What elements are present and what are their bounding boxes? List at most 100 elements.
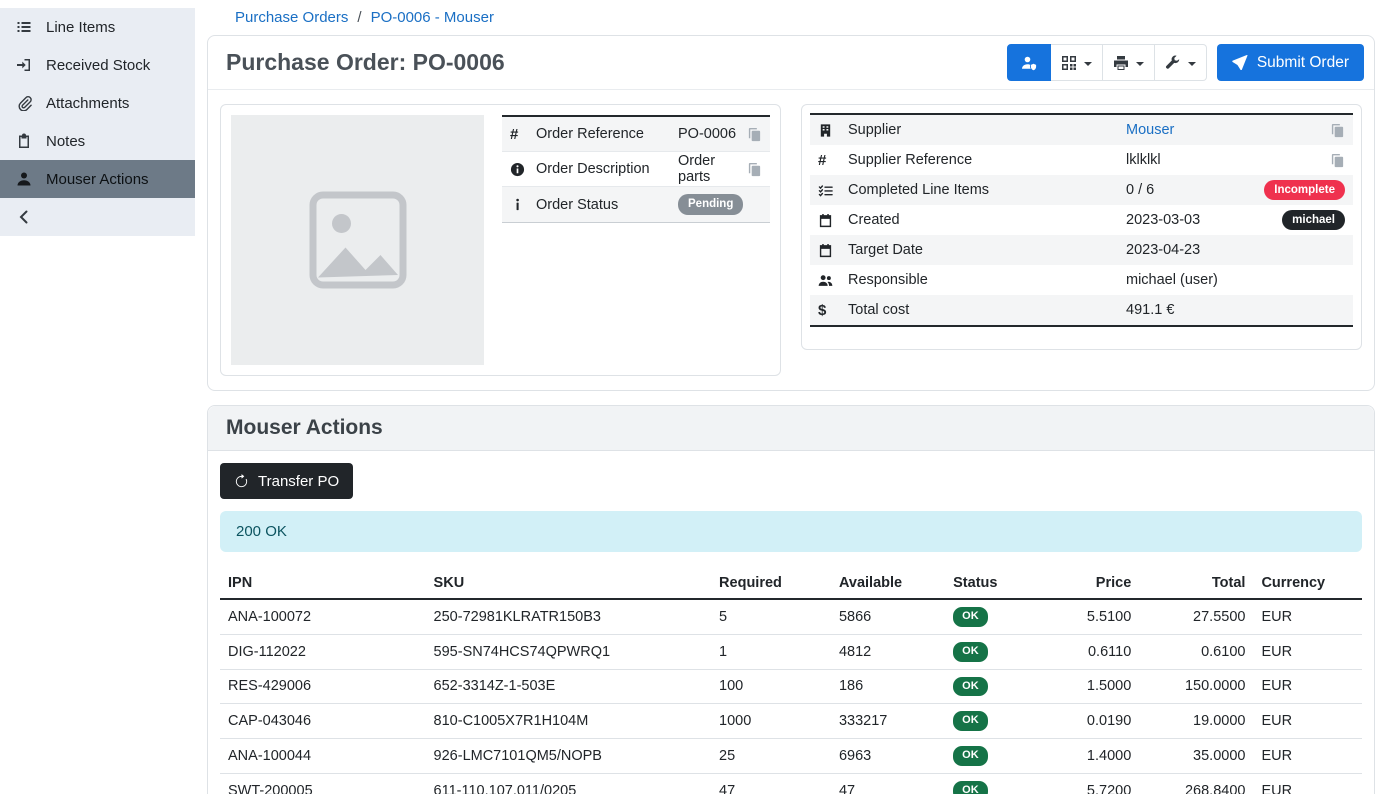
printer-button[interactable] (1103, 44, 1155, 81)
supplier-detail-row-total-cost: $Total cost491.1 € (810, 295, 1353, 325)
transfer-po-button[interactable]: Transfer PO (220, 463, 353, 499)
column-header-status: Status (945, 568, 1048, 599)
sidebar-item-mouser-actions[interactable]: Mouser Actions (0, 160, 195, 198)
ok-status-badge: OK (953, 607, 988, 627)
column-header-currency: Currency (1253, 568, 1362, 599)
cell-ipn: SWT-200005 (220, 773, 426, 794)
detail-value: Pending (678, 194, 762, 214)
detail-value: Mouser (1126, 122, 1330, 138)
column-header-required: Required (711, 568, 831, 599)
copy-icon[interactable] (747, 127, 762, 142)
caret-down-icon (1188, 62, 1196, 66)
cell-total: 35.0000 (1139, 739, 1253, 774)
info-circle-icon (510, 162, 536, 177)
cell-status: OK (945, 599, 1048, 634)
supplier-link[interactable]: Mouser (1126, 122, 1174, 138)
order-details-table: #Order ReferencePO-0006Order Description… (502, 115, 770, 223)
cell-currency: EUR (1253, 739, 1362, 774)
detail-row-actions: Incomplete (1264, 180, 1345, 200)
supplier-details-card: SupplierMouser#Supplier Referencelklklkl… (801, 104, 1362, 350)
detail-label: Order Reference (536, 126, 678, 142)
detail-label: Supplier Reference (848, 152, 1126, 168)
detail-label: Created (848, 212, 1126, 228)
sidebar-item-line-items[interactable]: Line Items (0, 8, 195, 46)
ok-status-badge: OK (953, 746, 988, 766)
user-shield-icon (1021, 55, 1037, 71)
tools-icon (1165, 55, 1181, 71)
user-shield-button[interactable] (1007, 44, 1051, 81)
sidebar-item-label: Mouser Actions (46, 171, 149, 188)
incomplete-badge: Incomplete (1264, 180, 1345, 200)
calendar-icon (818, 243, 848, 258)
order-details-card: #Order ReferencePO-0006Order Description… (220, 104, 781, 376)
copy-icon[interactable] (1330, 123, 1345, 138)
copy-icon[interactable] (747, 162, 762, 177)
detail-row-actions (1330, 153, 1345, 168)
detail-label: Target Date (848, 242, 1126, 258)
cell-sku: 926-LMC7101QM5/NOPB (426, 739, 712, 774)
detail-label: Responsible (848, 272, 1126, 288)
table-row: SWT-200005611-110.107.011/02054747OK5.72… (220, 773, 1362, 794)
cell-total: 150.0000 (1139, 669, 1253, 704)
sidebar-item-attachments[interactable]: Attachments (0, 84, 195, 122)
main-content: Purchase Orders / PO-0006 - Mouser Purch… (195, 0, 1383, 794)
order-image-placeholder (231, 115, 484, 365)
tools-button[interactable] (1155, 44, 1207, 81)
sidebar-item-label: Attachments (46, 95, 129, 112)
detail-row-actions (1330, 123, 1345, 138)
column-header-ipn: IPN (220, 568, 426, 599)
sidebar: Line Items Received Stock Attachments Notes… (0, 0, 195, 794)
cell-price: 1.5000 (1048, 669, 1139, 704)
caret-down-icon (1136, 62, 1144, 66)
detail-label: Total cost (848, 302, 1126, 318)
mouser-actions-title: Mouser Actions (226, 416, 1356, 440)
cell-required: 1000 (711, 704, 831, 739)
supplier-detail-row-supplier: SupplierMouser (810, 115, 1353, 145)
mouser-actions-panel: Mouser Actions Transfer PO 200 OK IPNSKU… (207, 405, 1375, 794)
cell-price: 5.7200 (1048, 773, 1139, 794)
cell-price: 1.4000 (1048, 739, 1139, 774)
detail-value: 2023-04-23 (1126, 242, 1345, 258)
sidebar-collapse-button[interactable] (0, 198, 195, 236)
ok-status-badge: OK (953, 781, 988, 794)
breadcrumb-link-po-0006[interactable]: PO-0006 - Mouser (371, 9, 494, 26)
cell-available: 186 (831, 669, 945, 704)
ok-status-badge: OK (953, 711, 988, 731)
cell-required: 25 (711, 739, 831, 774)
sidebar-item-received-stock[interactable]: Received Stock (0, 46, 195, 84)
supplier-detail-row-completed-line-items: Completed Line Items0 / 6Incomplete (810, 175, 1353, 205)
detail-label: Supplier (848, 122, 1126, 138)
sidebar-item-notes[interactable]: Notes (0, 122, 195, 160)
qrcode-button[interactable] (1051, 44, 1103, 81)
supplier-detail-row-created: Created2023-03-03michael (810, 205, 1353, 235)
detail-row-actions (747, 127, 762, 142)
submit-order-label: Submit Order (1257, 54, 1349, 72)
table-row: CAP-043046810-C1005X7R1H104M1000333217OK… (220, 704, 1362, 739)
hash-icon: # (510, 127, 536, 142)
line-items-table: IPNSKURequiredAvailableStatusPriceTotalC… (220, 568, 1362, 794)
cell-required: 1 (711, 634, 831, 669)
cell-ipn: ANA-100072 (220, 599, 426, 634)
status-alert: 200 OK (220, 511, 1362, 552)
cell-ipn: RES-429006 (220, 669, 426, 704)
copy-icon[interactable] (1330, 153, 1345, 168)
michael-badge: michael (1282, 210, 1345, 230)
table-row: DIG-112022595-SN74HCS74QPWRQ114812OK0.61… (220, 634, 1362, 669)
breadcrumb-link-purchase-orders[interactable]: Purchase Orders (235, 9, 348, 26)
detail-label: Order Description (536, 161, 678, 177)
detail-row-actions (747, 162, 762, 177)
submit-order-button[interactable]: Submit Order (1217, 44, 1364, 81)
image-placeholder-icon (298, 180, 418, 300)
list-icon (15, 19, 33, 35)
cell-status: OK (945, 669, 1048, 704)
list-check-icon (818, 183, 848, 198)
cell-currency: EUR (1253, 704, 1362, 739)
cell-required: 5 (711, 599, 831, 634)
cell-available: 6963 (831, 739, 945, 774)
cell-required: 100 (711, 669, 831, 704)
table-header-row: IPNSKURequiredAvailableStatusPriceTotalC… (220, 568, 1362, 599)
sidebar-item-label: Received Stock (46, 57, 150, 74)
caret-down-icon (1084, 62, 1092, 66)
order-detail-row-order-description: Order DescriptionOrder parts (502, 152, 770, 187)
cell-required: 47 (711, 773, 831, 794)
